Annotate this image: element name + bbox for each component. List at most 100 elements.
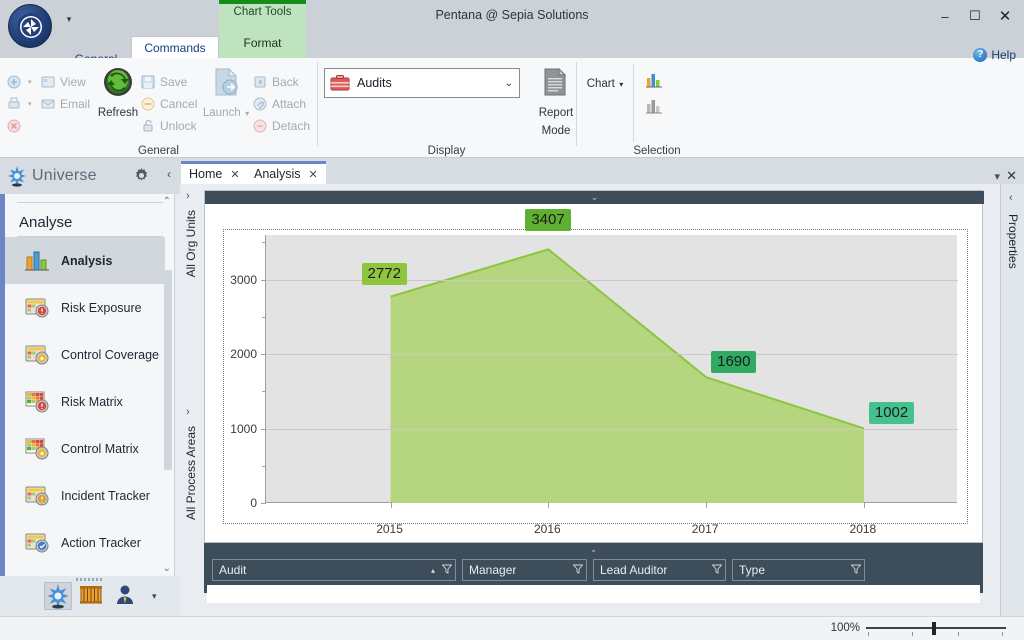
gear-icon[interactable] bbox=[133, 167, 150, 184]
collapse-sidebar-icon[interactable]: ‹ bbox=[167, 167, 171, 181]
footer-person-icon[interactable] bbox=[112, 582, 140, 610]
tab-analysis-close-icon[interactable]: ✕ bbox=[309, 168, 318, 181]
sidebar-item-analysis[interactable]: Analysis bbox=[5, 237, 165, 284]
x-axis-tick bbox=[391, 502, 392, 508]
x-axis-label: 2018 bbox=[850, 522, 877, 536]
display-type-combobox[interactable]: Audits ⌄ bbox=[324, 68, 520, 98]
sidebar-item-risk-matrix[interactable]: Risk Matrix bbox=[5, 378, 165, 425]
refresh-icon bbox=[102, 85, 134, 102]
maximize-button[interactable]: ☐ bbox=[960, 2, 990, 30]
nav-list: ⌃ ⌄ Analyse Analysis bbox=[5, 194, 175, 576]
data-label[interactable]: 1002 bbox=[869, 402, 914, 424]
footer-library-icon[interactable] bbox=[78, 582, 106, 610]
zoom-slider[interactable] bbox=[866, 621, 1006, 637]
group-label-general: General bbox=[0, 145, 317, 157]
delete-command[interactable] bbox=[6, 116, 22, 136]
chart-panel-collapse-bar[interactable]: ⌄ bbox=[205, 191, 984, 204]
data-label[interactable]: 3407 bbox=[525, 209, 570, 231]
sidebar-item-control-coverage[interactable]: Control Coverage bbox=[5, 331, 165, 378]
nav-scroll-up-button[interactable]: ⌃ bbox=[163, 196, 171, 207]
filter-type[interactable]: Type bbox=[732, 559, 865, 581]
unlock-icon bbox=[140, 118, 156, 134]
bar-chart-gray-icon[interactable] bbox=[643, 96, 665, 116]
universe-title: Universe bbox=[32, 167, 97, 185]
new-icon bbox=[6, 74, 22, 90]
zoom-slider-thumb[interactable] bbox=[932, 622, 936, 635]
email-command[interactable]: Email bbox=[40, 94, 90, 114]
filter-bar-collapse-handle[interactable]: ⌄ bbox=[204, 543, 983, 555]
save-command[interactable]: Save bbox=[140, 72, 187, 92]
sidebar-item-control-matrix[interactable]: Control Matrix bbox=[5, 425, 165, 472]
data-label[interactable]: 1690 bbox=[711, 351, 756, 373]
expand-process-areas-icon[interactable]: › bbox=[186, 406, 190, 418]
unlock-command[interactable]: Unlock bbox=[140, 116, 197, 136]
tab-commands[interactable]: Commands bbox=[131, 36, 219, 58]
filter-icon[interactable] bbox=[709, 564, 725, 577]
sidebar-item-risk-exposure[interactable]: Risk Exposure bbox=[5, 284, 165, 331]
minimize-button[interactable]: – bbox=[930, 2, 960, 30]
footer-universe-star-icon[interactable] bbox=[44, 582, 72, 610]
tab-format[interactable]: Format bbox=[219, 36, 306, 50]
help-button[interactable]: ? Help bbox=[973, 48, 1016, 62]
launch-caret[interactable]: ▾ bbox=[245, 109, 249, 118]
rail-all-org-units[interactable]: › All Org Units bbox=[180, 184, 202, 400]
filter-manager[interactable]: Manager bbox=[462, 559, 587, 581]
data-label[interactable]: 2772 bbox=[362, 263, 407, 285]
filter-audit[interactable]: Audit ▴ bbox=[212, 559, 456, 581]
chart-button[interactable]: Chart ▾ bbox=[577, 74, 633, 92]
cancel-icon bbox=[140, 96, 156, 112]
filter-icon[interactable] bbox=[439, 564, 455, 577]
print-dropdown-caret[interactable]: ▾ bbox=[28, 100, 32, 108]
email-label: Email bbox=[60, 97, 90, 111]
y-axis-label: 0 bbox=[223, 496, 265, 510]
close-button[interactable]: ✕ bbox=[990, 2, 1020, 30]
print-command[interactable]: ▾ bbox=[6, 94, 32, 114]
tab-home-close-icon[interactable]: ✕ bbox=[230, 168, 239, 181]
filter-type-label: Type bbox=[739, 563, 848, 577]
filter-icon[interactable] bbox=[848, 564, 864, 577]
rail-label-org-units: All Org Units bbox=[184, 210, 198, 277]
y-axis-label: 1000 bbox=[223, 422, 265, 436]
view-command[interactable]: View bbox=[40, 72, 86, 92]
y-axis-minor-tick bbox=[262, 391, 266, 392]
tab-analysis[interactable]: Analysis ✕ bbox=[246, 161, 326, 184]
print-icon bbox=[6, 96, 22, 112]
expand-org-units-icon[interactable]: › bbox=[186, 190, 190, 202]
launch-button[interactable]: Launch ▾ bbox=[198, 66, 254, 121]
sidebar-item-incident-tracker[interactable]: Incident Tracker bbox=[5, 472, 165, 519]
navigation-panel: Universe ‹ ⌃ ⌄ Analyse bbox=[0, 158, 180, 616]
chevron-down-icon[interactable]: ⌄ bbox=[499, 78, 519, 89]
chart-tools-title: Chart Tools bbox=[219, 6, 306, 18]
filter-icon[interactable] bbox=[570, 564, 586, 577]
sort-ascending-icon[interactable]: ▴ bbox=[431, 566, 435, 575]
zoom-slider-track[interactable] bbox=[866, 627, 1006, 629]
tab-home[interactable]: Home ✕ bbox=[181, 161, 248, 184]
new-dropdown-caret[interactable]: ▾ bbox=[28, 78, 32, 86]
expand-properties-icon[interactable]: ‹ bbox=[1009, 192, 1013, 204]
y-axis-label: 3000 bbox=[223, 273, 265, 287]
chart-caret[interactable]: ▾ bbox=[619, 80, 623, 89]
zoom-tick bbox=[868, 632, 869, 636]
back-label: Back bbox=[272, 75, 299, 89]
filter-lead-auditor[interactable]: Lead Auditor bbox=[593, 559, 726, 581]
x-axis-tick bbox=[548, 502, 549, 508]
chevron-down-icon[interactable]: ⌄ bbox=[591, 193, 599, 202]
rail-all-process-areas[interactable]: › All Process Areas bbox=[180, 400, 202, 616]
refresh-button[interactable]: Refresh bbox=[90, 66, 146, 121]
footer-caret[interactable]: ▾ bbox=[152, 591, 157, 602]
analysis-icon bbox=[23, 248, 51, 274]
panel-dropdown-icon[interactable]: ▾ bbox=[994, 170, 1000, 183]
sidebar-item-action-tracker[interactable]: Action Tracker bbox=[5, 519, 165, 566]
attach-label: Attach bbox=[272, 97, 306, 111]
cancel-command[interactable]: Cancel bbox=[140, 94, 197, 114]
nav-resize-grip[interactable] bbox=[76, 578, 102, 581]
nav-scrollbar-thumb[interactable] bbox=[164, 270, 172, 470]
back-command[interactable]: Back bbox=[252, 72, 299, 92]
bar-chart-color-icon[interactable] bbox=[643, 70, 665, 90]
chevron-down-icon[interactable]: ⌄ bbox=[590, 545, 598, 554]
attach-command[interactable]: Attach bbox=[252, 94, 306, 114]
detach-command[interactable]: Detach bbox=[252, 116, 310, 136]
rail-properties[interactable]: ‹ Properties bbox=[1000, 184, 1024, 616]
panel-close-icon[interactable]: ✕ bbox=[1006, 168, 1017, 184]
new-command[interactable]: ▾ bbox=[6, 72, 32, 92]
